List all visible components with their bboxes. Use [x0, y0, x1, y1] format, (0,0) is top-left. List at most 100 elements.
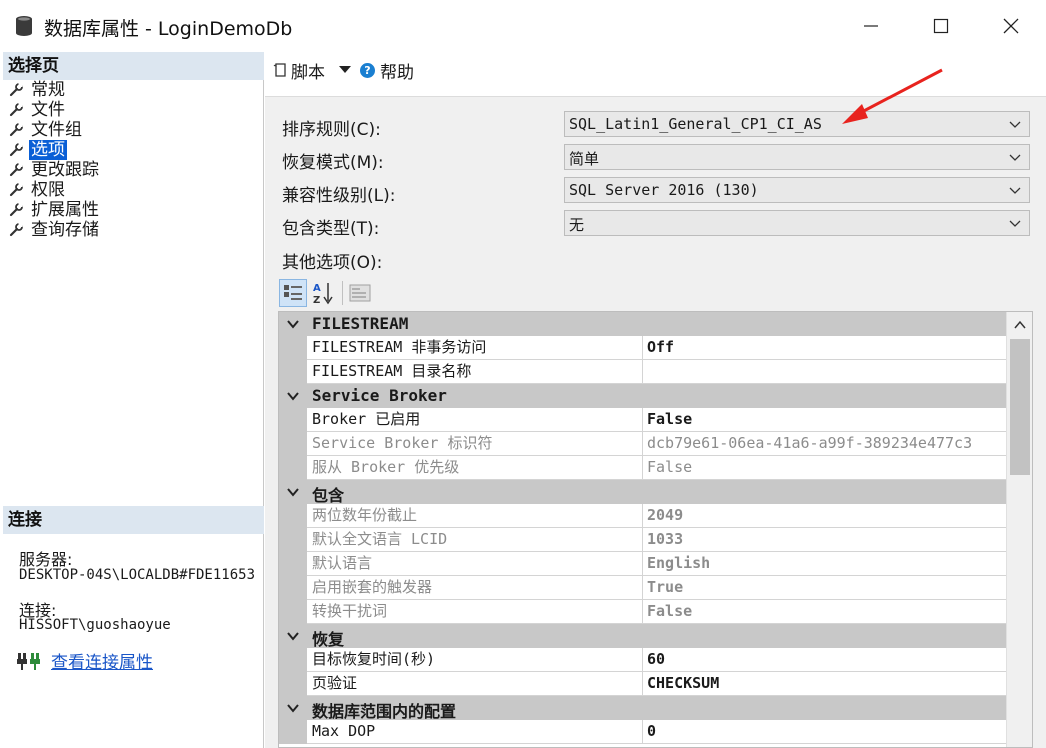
- grid-property-value: dcb79e61-06ea-41a6-a99f-389234e477c3: [643, 432, 1006, 456]
- categorized-button[interactable]: [279, 279, 307, 307]
- chevron-down-icon[interactable]: [286, 318, 300, 330]
- property-pages-button[interactable]: [346, 279, 374, 307]
- connection-value: HISSOFT\guoshaoyue: [19, 617, 171, 633]
- script-icon: [273, 63, 286, 77]
- vertical-scrollbar[interactable]: [1006, 312, 1032, 747]
- nav-item-label: 更改跟踪: [31, 160, 99, 180]
- grid-property-value: English: [643, 552, 1006, 576]
- nav-item[interactable]: 常规: [3, 80, 264, 100]
- view-connection-properties[interactable]: 查看连接属性: [17, 648, 153, 673]
- nav-item[interactable]: 文件: [3, 100, 264, 120]
- grid-property-value[interactable]: CHECKSUM: [643, 672, 1006, 696]
- containment-type-combobox[interactable]: 无: [564, 210, 1030, 236]
- chevron-down-icon[interactable]: [286, 390, 300, 402]
- maximize-button[interactable]: [906, 0, 976, 52]
- collation-value: SQL_Latin1_General_CP1_CI_AS: [569, 115, 822, 133]
- grid-gutter: [279, 600, 307, 624]
- collation-combobox[interactable]: SQL_Latin1_General_CP1_CI_AS: [564, 111, 1030, 137]
- grid-gutter: [279, 672, 307, 696]
- grid-category[interactable]: 恢复: [279, 624, 1006, 649]
- script-dropdown-button[interactable]: [339, 58, 351, 82]
- grid-property-row[interactable]: Max DOP 0: [279, 720, 1006, 744]
- nav-item[interactable]: 查询存储: [3, 220, 264, 240]
- grid-gutter: [279, 336, 307, 360]
- grid-gutter: [279, 552, 307, 576]
- grid-property-row: 两位数年份截止 2049: [279, 504, 1006, 528]
- grid-property-name: 两位数年份截止: [307, 504, 643, 528]
- grid-property-value[interactable]: 0: [643, 720, 1006, 744]
- grid-property-row: 服从 Broker 优先级 False: [279, 456, 1006, 480]
- select-page-header: 选择页: [3, 52, 264, 80]
- script-label: 脚本: [291, 62, 325, 83]
- grid-category[interactable]: FILESTREAM: [279, 312, 1006, 336]
- grid-gutter: [279, 528, 307, 552]
- minimize-button[interactable]: [836, 0, 906, 52]
- compatibility-level-combobox[interactable]: SQL Server 2016 (130): [564, 177, 1030, 203]
- grid-property-value[interactable]: Off: [643, 336, 1006, 360]
- help-label: 帮助: [380, 62, 414, 83]
- grid-category-name: Service Broker: [312, 386, 447, 405]
- nav-item[interactable]: 文件组: [3, 120, 264, 140]
- chevron-down-icon: [1009, 187, 1021, 194]
- help-button[interactable]: ? 帮助: [360, 58, 414, 83]
- grid-category-name: 包含: [312, 486, 345, 505]
- grid-category[interactable]: 包含: [279, 480, 1006, 505]
- chevron-down-icon[interactable]: [286, 702, 300, 714]
- view-connection-properties-link[interactable]: 查看连接属性: [51, 648, 153, 673]
- close-icon: [1003, 18, 1019, 34]
- wrench-icon: [9, 83, 23, 97]
- help-icon: ?: [360, 62, 375, 78]
- minimize-icon: [864, 25, 878, 27]
- chevron-down-icon[interactable]: [286, 630, 300, 642]
- wrench-icon: [9, 103, 23, 117]
- title-bar: 数据库属性 - LoginDemoDb: [0, 0, 1046, 52]
- chevron-up-icon: [1014, 320, 1026, 329]
- chevron-down-icon[interactable]: [286, 486, 300, 498]
- server-value: DESKTOP-04S\LOCALDB#FDE11653: [19, 567, 256, 583]
- grid-property-row[interactable]: Broker 已启用 False: [279, 408, 1006, 432]
- grid-property-row[interactable]: FILESTREAM 目录名称: [279, 360, 1006, 384]
- grid-gutter: [279, 408, 307, 432]
- recovery-model-combobox[interactable]: 简单: [564, 144, 1030, 170]
- nav-item[interactable]: 权限: [3, 180, 264, 200]
- connection-panel: 服务器: DESKTOP-04S\LOCALDB#FDE11653 连接: HI…: [3, 534, 264, 748]
- grid-property-value[interactable]: False: [643, 408, 1006, 432]
- nav-item[interactable]: 扩展属性: [3, 200, 264, 220]
- wrench-icon: [9, 123, 23, 137]
- grid-gutter: [279, 456, 307, 480]
- grid-property-row[interactable]: FILESTREAM 非事务访问 Off: [279, 336, 1006, 360]
- grid-property-value: False: [643, 600, 1006, 624]
- grid-property-name: Broker 已启用: [307, 408, 643, 432]
- grid-gutter: [279, 576, 307, 600]
- close-button[interactable]: [976, 0, 1046, 52]
- grid-category[interactable]: Service Broker: [279, 384, 1006, 408]
- toolbar-separator: [342, 281, 343, 305]
- svg-text:A: A: [313, 283, 321, 294]
- grid-property-row: Service Broker 标识符 dcb79e61-06ea-41a6-a99…: [279, 432, 1006, 456]
- page-nav: 常规 文件 文件组 选项 更改跟踪 权限 扩展属性 查询存储: [3, 80, 264, 240]
- script-button[interactable]: 脚本: [273, 58, 325, 83]
- compatibility-level-label: 兼容性级别(L):: [282, 186, 396, 206]
- grid-property-name: 默认语言: [307, 552, 643, 576]
- grid-property-value[interactable]: 60: [643, 648, 1006, 672]
- window-title: 数据库属性 - LoginDemoDb: [44, 18, 293, 40]
- scrollbar-thumb[interactable]: [1010, 339, 1030, 475]
- grid-property-row: 默认全文语言 LCID 1033: [279, 528, 1006, 552]
- toolbar: 脚本 ? 帮助: [265, 52, 1046, 97]
- scroll-up-button[interactable]: [1007, 312, 1032, 338]
- wrench-icon: [9, 163, 23, 177]
- maximize-icon: [933, 18, 949, 34]
- grid-property-value[interactable]: [643, 360, 1006, 384]
- grid-property-row[interactable]: 页验证 CHECKSUM: [279, 672, 1006, 696]
- database-icon: [16, 16, 32, 36]
- chevron-down-icon: [1009, 220, 1021, 227]
- connection-header: 连接: [3, 506, 264, 534]
- grid-category[interactable]: 数据库范围内的配置: [279, 696, 1006, 721]
- nav-item[interactable]: 选项: [3, 140, 264, 160]
- grid-property-row[interactable]: 目标恢复时间(秒) 60: [279, 648, 1006, 672]
- wrench-icon: [9, 183, 23, 197]
- alphabetical-button[interactable]: A Z: [309, 279, 337, 307]
- nav-item[interactable]: 更改跟踪: [3, 160, 264, 180]
- grid-property-row: 转换干扰词 False: [279, 600, 1006, 624]
- grid-gutter: [279, 360, 307, 384]
